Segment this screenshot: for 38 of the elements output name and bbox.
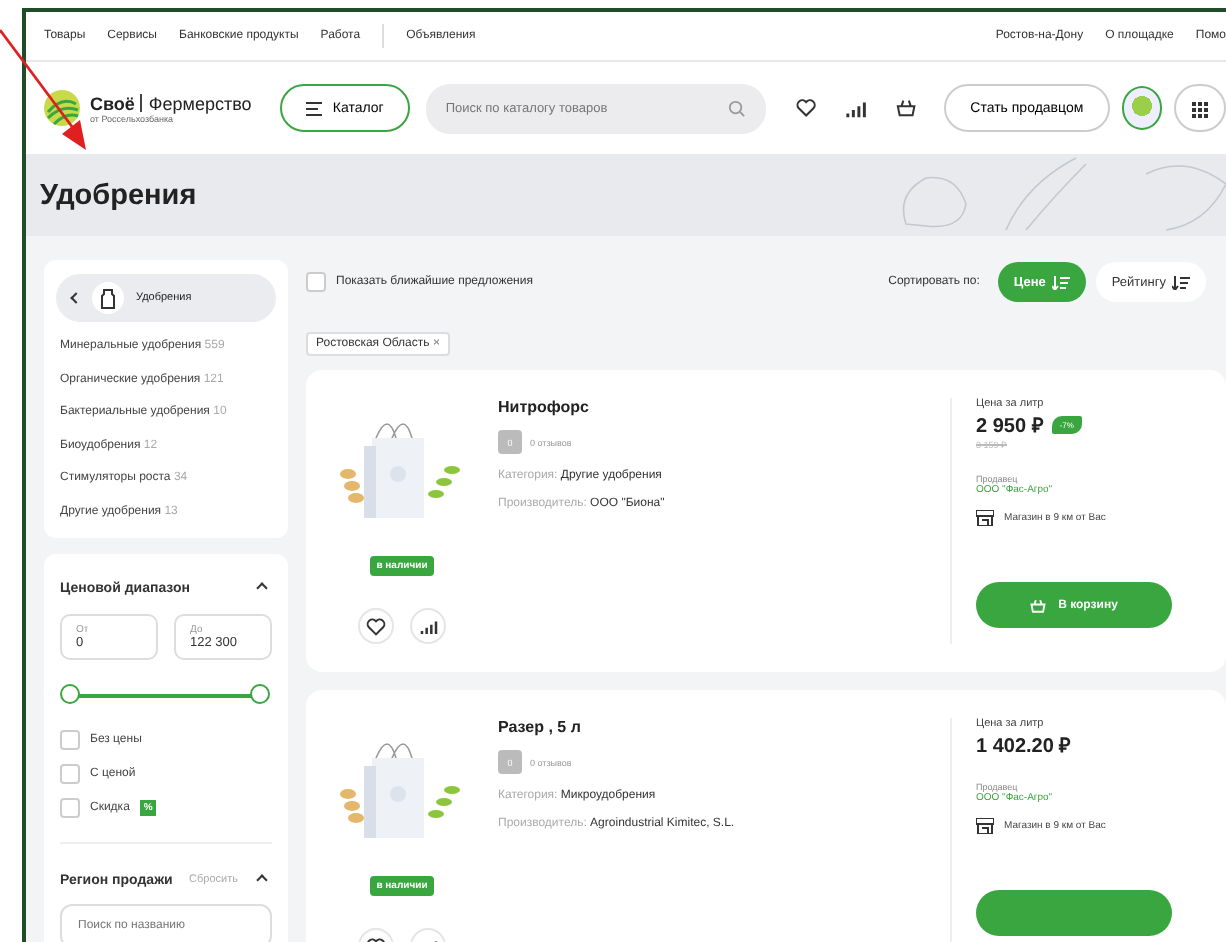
product-name[interactable]: Разер , 5 л xyxy=(498,718,950,736)
slider-handle[interactable] xyxy=(250,684,270,704)
heart-icon xyxy=(366,617,386,635)
grid-icon xyxy=(1192,101,1209,117)
bottle-icon xyxy=(92,282,124,314)
avatar[interactable] xyxy=(1121,86,1163,130)
slider-handle[interactable] xyxy=(60,684,80,704)
favorite-button[interactable] xyxy=(358,608,394,644)
store-icon xyxy=(976,818,994,834)
menu-icon xyxy=(306,101,323,115)
bar-chart-icon[interactable] xyxy=(845,99,867,117)
checkbox[interactable] xyxy=(60,729,80,749)
logo-name: Своё xyxy=(90,93,135,113)
bar-chart-icon xyxy=(419,619,437,633)
sort-icon xyxy=(1172,275,1190,289)
logo-icon xyxy=(42,88,82,128)
store-icon xyxy=(976,510,994,526)
add-to-cart-button[interactable] xyxy=(976,890,1172,936)
page-title: Удобрения xyxy=(40,179,197,211)
price-slider[interactable] xyxy=(60,684,272,706)
sort-icon xyxy=(1051,275,1070,289)
collapse-icon[interactable] xyxy=(256,582,268,594)
back-arrow-icon xyxy=(70,292,82,304)
heart-icon[interactable] xyxy=(795,98,816,118)
annotation-arrow xyxy=(0,28,92,152)
search-icon xyxy=(727,99,746,117)
price: 1 402.20 ₽ xyxy=(976,734,1072,758)
product-name[interactable]: Нитрофорс xyxy=(498,398,950,416)
compare-button[interactable] xyxy=(410,608,446,644)
basket-icon xyxy=(1030,597,1047,613)
checkbox[interactable] xyxy=(60,763,80,783)
checkbox[interactable] xyxy=(60,797,80,817)
checkbox[interactable] xyxy=(306,272,326,292)
logo-product: Фермерство xyxy=(148,93,252,113)
collapse-icon[interactable] xyxy=(256,874,268,886)
basket-icon[interactable] xyxy=(896,98,917,118)
price: 2 950 ₽ xyxy=(976,414,1044,438)
apps-button[interactable] xyxy=(1174,84,1226,132)
